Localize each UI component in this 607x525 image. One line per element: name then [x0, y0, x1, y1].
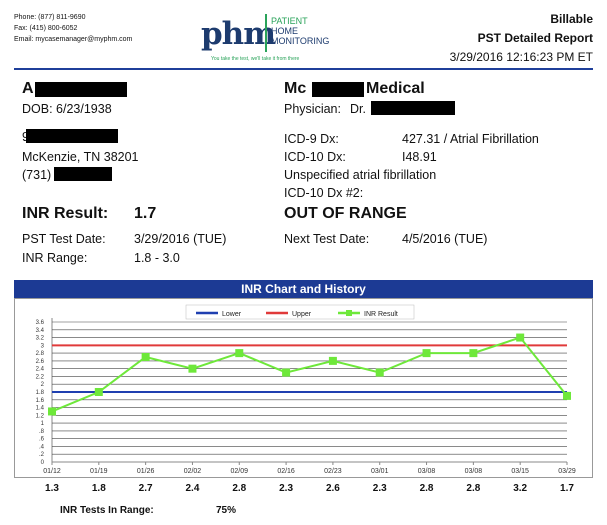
y-tick-label: .6: [39, 437, 45, 443]
x-tick-label: 01/19: [90, 468, 108, 475]
x-tick-label: 03/08: [418, 468, 436, 475]
data-point: [188, 364, 197, 373]
in-range-value: 75%: [216, 505, 237, 516]
inr-value-label: 1.8: [92, 483, 106, 494]
data-point: [375, 368, 384, 377]
y-tick-label: 3.2: [36, 336, 45, 342]
inr-value-label: 2.4: [186, 483, 200, 494]
data-point: [328, 356, 337, 365]
y-tick-label: .8: [39, 429, 45, 435]
y-tick-label: 1.8: [36, 390, 45, 396]
y-tick-label: 0: [41, 460, 45, 466]
y-tick-label: 2.6: [36, 359, 45, 365]
x-tick-label: 03/01: [371, 468, 389, 475]
inr-value-label: 2.3: [279, 483, 293, 494]
data-point: [235, 349, 244, 358]
inr-value-label: 2.8: [466, 483, 480, 494]
inr-value-label: 2.7: [139, 483, 153, 494]
inr-value-label: 2.6: [326, 483, 340, 494]
y-tick-label: .4: [39, 444, 45, 450]
y-tick-label: 2.8: [36, 351, 45, 357]
data-point: [516, 333, 525, 342]
x-tick-label: 02/16: [277, 468, 295, 475]
y-tick-label: 3.6: [36, 320, 45, 326]
inr-value-label: 3.2: [513, 483, 527, 494]
y-tick-label: 1: [41, 421, 45, 427]
data-point: [94, 388, 103, 396]
inr-value-label: 1.7: [560, 483, 574, 494]
y-tick-label: 1.6: [36, 398, 45, 404]
x-tick-label: 02/02: [184, 468, 202, 475]
in-range-label: INR Tests In Range:: [60, 505, 154, 516]
data-point: [469, 349, 478, 358]
x-tick-label: 02/23: [324, 468, 342, 475]
inr-value-label: 2.8: [232, 483, 246, 494]
x-tick-label: 02/09: [231, 468, 249, 475]
legend-marker: [346, 310, 352, 316]
inr-chart: 0.2.4.6.811.21.41.61.822.22.42.62.833.23…: [36, 304, 576, 494]
x-tick-label: 03/08: [465, 468, 483, 475]
legend-label-lower: Lower: [222, 311, 242, 318]
inr-value-label: 1.3: [45, 483, 59, 494]
data-point: [282, 368, 291, 377]
y-tick-label: 1.4: [36, 406, 45, 412]
y-tick-label: .2: [39, 452, 45, 458]
legend-label-upper: Upper: [292, 311, 312, 318]
inr-value-label: 2.3: [373, 483, 387, 494]
y-tick-label: 3.4: [36, 328, 45, 334]
y-tick-label: 2.4: [36, 367, 45, 373]
x-tick-label: 01/26: [137, 468, 155, 475]
inr-value-label: 2.8: [420, 483, 434, 494]
series-line-inr-result: [51, 336, 568, 413]
data-point: [422, 349, 431, 358]
x-tick-label: 03/15: [511, 468, 529, 475]
x-tick-label: 03/29: [558, 468, 576, 475]
data-point: [563, 391, 571, 400]
data-point: [141, 353, 150, 361]
y-tick-label: 2.2: [36, 374, 45, 380]
y-tick-label: 2: [41, 382, 45, 388]
data-point: [48, 407, 56, 416]
y-tick-label: 3: [41, 343, 45, 349]
legend-label-inr-result: INR Result: [364, 311, 398, 318]
x-tick-label: 01/12: [43, 468, 61, 475]
y-tick-label: 1.2: [36, 413, 45, 419]
